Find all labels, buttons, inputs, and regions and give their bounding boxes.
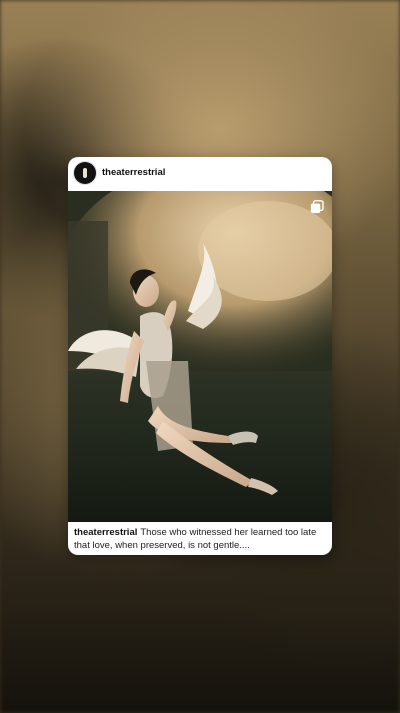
post-photo[interactable] — [68, 191, 332, 522]
post-card[interactable]: theaterrestrial theaterrestrial Those wh… — [68, 157, 332, 555]
caption-username[interactable]: theaterrestrial — [74, 527, 137, 538]
avatar[interactable] — [74, 162, 96, 184]
post-caption: theaterrestrial Those who witnessed her l… — [74, 527, 326, 552]
post-header: theaterrestrial — [68, 157, 332, 191]
multi-image-icon — [310, 200, 324, 213]
avatar-icon — [83, 168, 87, 178]
post-username[interactable]: theaterrestrial — [102, 167, 165, 178]
photo-illustration — [68, 191, 332, 522]
